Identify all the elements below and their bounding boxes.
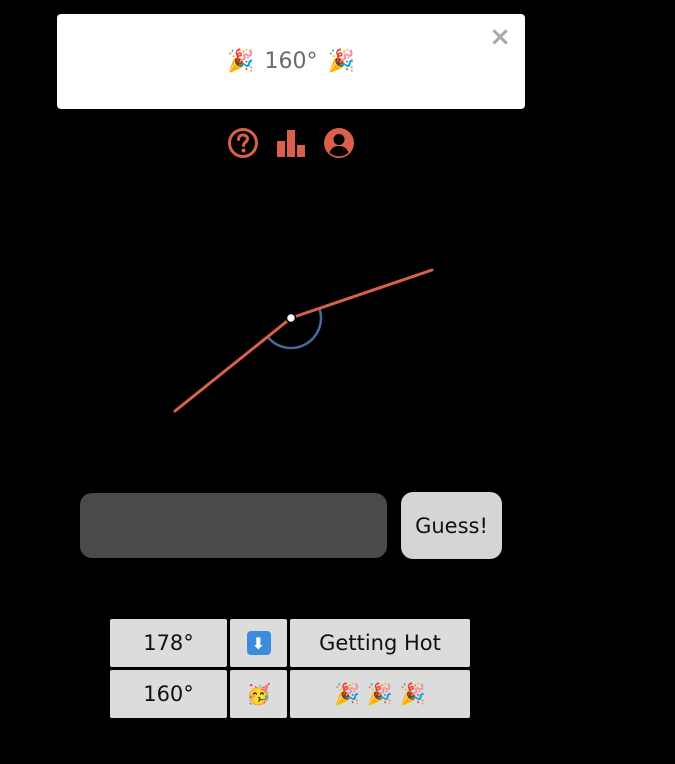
table-row: 178° ⬇ Getting Hot <box>110 619 472 667</box>
history-hint: Getting Hot <box>290 619 470 667</box>
history-hint: 🎉 🎉 🎉 <box>290 670 470 718</box>
history-direction: ⬇ <box>230 619 287 667</box>
angle-ray-right <box>289 268 434 320</box>
guess-history: 178° ⬇ Getting Hot 160° 🥳 🎉 🎉 🎉 <box>110 619 472 721</box>
guess-input[interactable] <box>80 493 387 558</box>
table-row: 160° 🥳 🎉 🎉 🎉 <box>110 670 472 718</box>
angle-drawing <box>173 268 434 413</box>
guess-button[interactable]: Guess! <box>401 492 502 559</box>
angle-vertex <box>285 312 297 324</box>
down-arrow-icon: ⬇ <box>246 631 271 655</box>
history-guess: 160° <box>110 670 227 718</box>
partying-face-icon: 🥳 <box>230 670 287 718</box>
angle-ray-left <box>173 316 293 413</box>
game-page: 🎉 160° 🎉 × Guess! 178° ⬇ Getting Hot 160… <box>0 0 675 764</box>
history-guess: 178° <box>110 619 227 667</box>
